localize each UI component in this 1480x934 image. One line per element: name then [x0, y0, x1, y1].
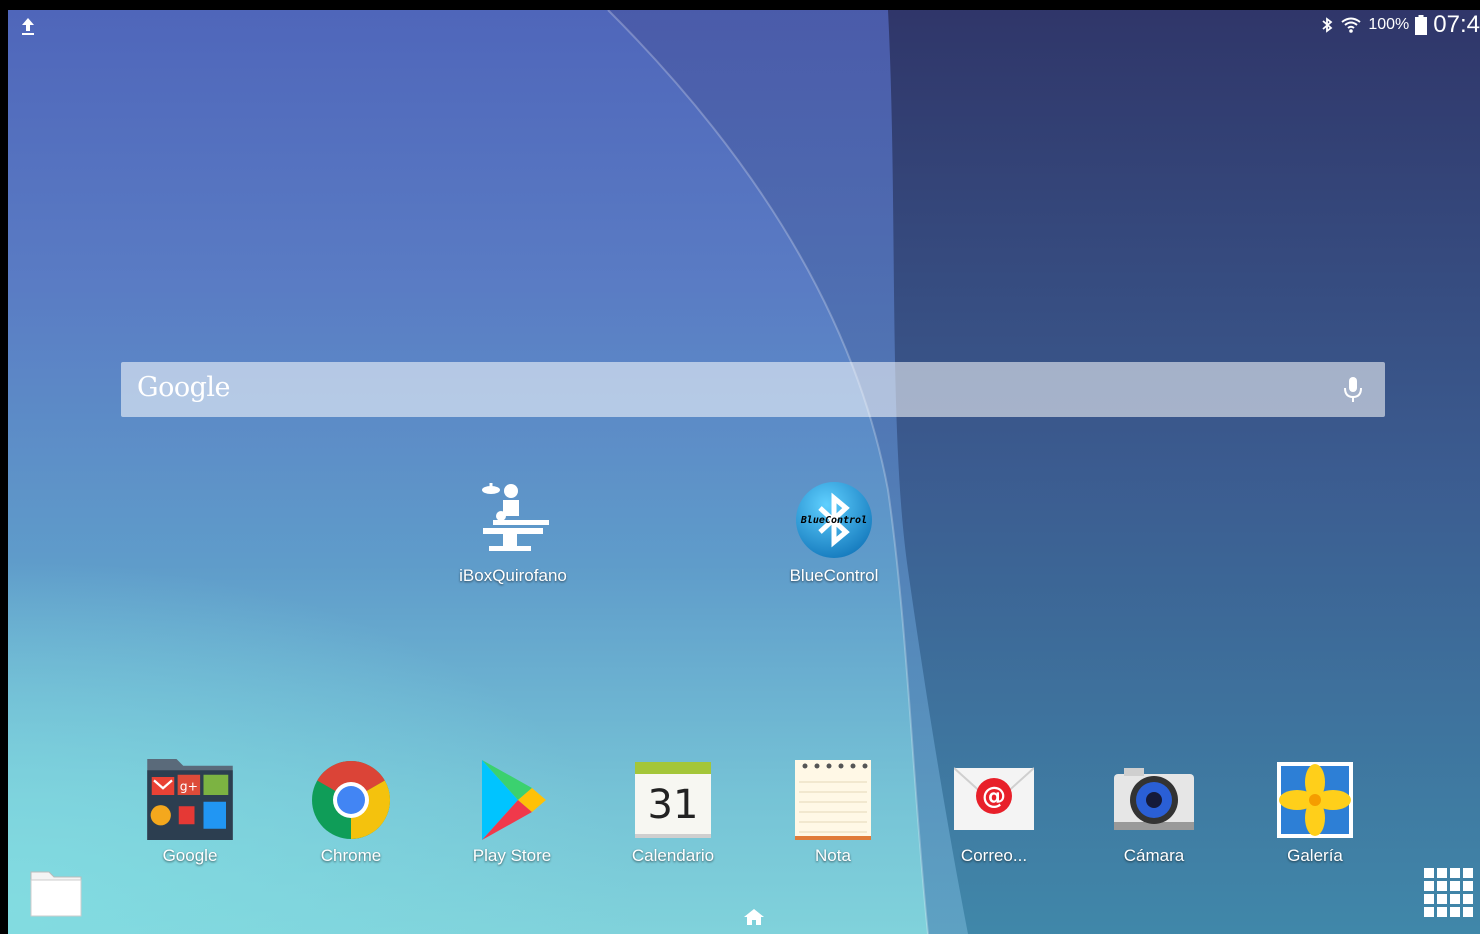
battery-percent: 100% [1368, 16, 1410, 33]
clock: 07:4 [1433, 11, 1480, 38]
google-logo: Google [137, 372, 230, 403]
bluecontrol-icon-text: BlueControl [800, 515, 867, 526]
status-bar: 100% 07:4 [8, 10, 1480, 40]
folder-icon[interactable] [29, 868, 83, 918]
app-label: Google [162, 846, 218, 865]
bluecontrol-icon: BlueControl [796, 482, 872, 558]
wifi-icon [1341, 17, 1361, 33]
notes-icon [795, 760, 871, 840]
battery-icon [1415, 15, 1428, 35]
status-icons: 100% 07:4 [1320, 11, 1480, 38]
email-at-symbol: @ [982, 782, 1006, 810]
calendar-day: 31 [648, 782, 699, 828]
app-label: Chrome [320, 846, 382, 865]
google-search-bar[interactable]: Google [121, 362, 1385, 417]
upload-icon [22, 18, 34, 35]
app-label: Correo... [960, 846, 1028, 865]
surgery-table-icon [482, 483, 549, 551]
home-screen: 100% 07:4 Google iBoxQuirofano BlueContr… [8, 10, 1480, 934]
app-label: Cámara [1123, 846, 1185, 865]
app-label: Galería [1287, 846, 1343, 865]
home-icon[interactable] [743, 908, 765, 926]
app-label: BlueControl [789, 566, 879, 585]
app-label: Play Store [472, 846, 552, 865]
play-store-icon [482, 760, 546, 840]
gallery-icon [1277, 762, 1353, 838]
google-plus-text: g+ [180, 780, 198, 794]
email-icon: @ [954, 767, 1034, 830]
app-label: iBoxQuirofano [459, 566, 567, 585]
google-folder-icon: g+ [147, 759, 233, 840]
apps-grid-icon[interactable] [1422, 866, 1476, 920]
chrome-icon [312, 760, 391, 839]
mic-icon[interactable] [1343, 376, 1363, 404]
camera-icon [1114, 768, 1194, 830]
calendar-icon: 31 [635, 762, 711, 838]
app-label: Calendario [631, 846, 715, 865]
app-label: Nota [815, 846, 851, 865]
bluetooth-icon [1322, 17, 1333, 33]
